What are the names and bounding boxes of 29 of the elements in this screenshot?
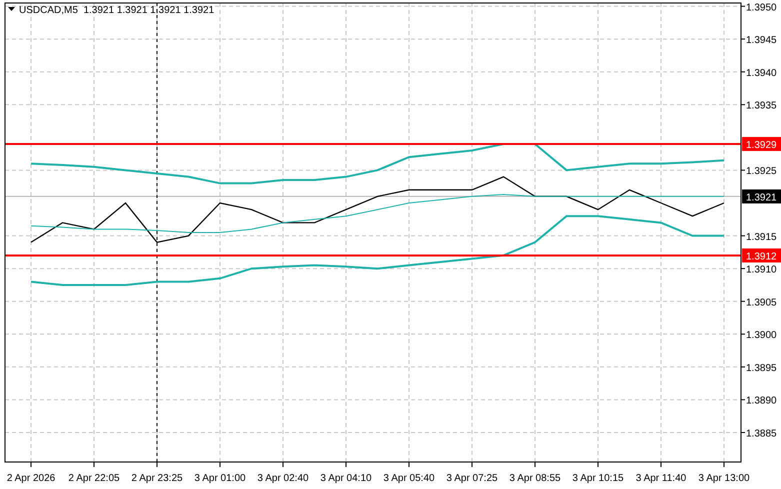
axis-label: 1.3885 (746, 428, 777, 440)
axis-label: 3 Apr 04:10 (320, 473, 372, 484)
axis-label: 1.3895 (746, 362, 777, 374)
axis-label: 1.3905 (746, 297, 777, 308)
axis-label: 1.3935 (746, 100, 777, 112)
triangle-icon[interactable] (8, 7, 15, 11)
axis-label: 3 Apr 07:25 (446, 473, 498, 484)
axis-label: 1.3915 (746, 232, 777, 243)
axis-label: 1.3900 (746, 330, 777, 342)
axis-label: 1.3925 (746, 166, 777, 178)
axis-label: 3 Apr 01:00 (194, 473, 246, 484)
axis-label: 3 Apr 08:55 (509, 473, 561, 484)
axis-label: 1.3950 (746, 2, 777, 14)
price-tag: 1.3921 (742, 189, 781, 204)
axis-label: 1.3940 (746, 68, 777, 79)
axis-label: 3 Apr 13:00 (698, 473, 750, 484)
axis-label: 3 Apr 10:15 (572, 473, 624, 484)
chart-title: USDCAD,M5 1.3921 1.3921 1.3921 1.3921 (19, 5, 214, 16)
axis-label: 3 Apr 02:40 (257, 473, 309, 484)
axis-label: 2 Apr 2026 (6, 473, 56, 484)
axis-label: 3 Apr 05:40 (383, 473, 435, 484)
axis-label: 1.3945 (746, 35, 777, 46)
axis-label: 3 Apr 11:40 (636, 473, 686, 484)
price-tag: 1.3912 (742, 248, 781, 262)
axis-label: 1.3890 (746, 396, 777, 407)
price-tag: 1.3929 (742, 136, 781, 151)
axis-label: 1.3910 (746, 264, 777, 276)
axis-label: 2 Apr 23:25 (131, 473, 183, 484)
axis-label: 2 Apr 22:05 (68, 473, 120, 484)
